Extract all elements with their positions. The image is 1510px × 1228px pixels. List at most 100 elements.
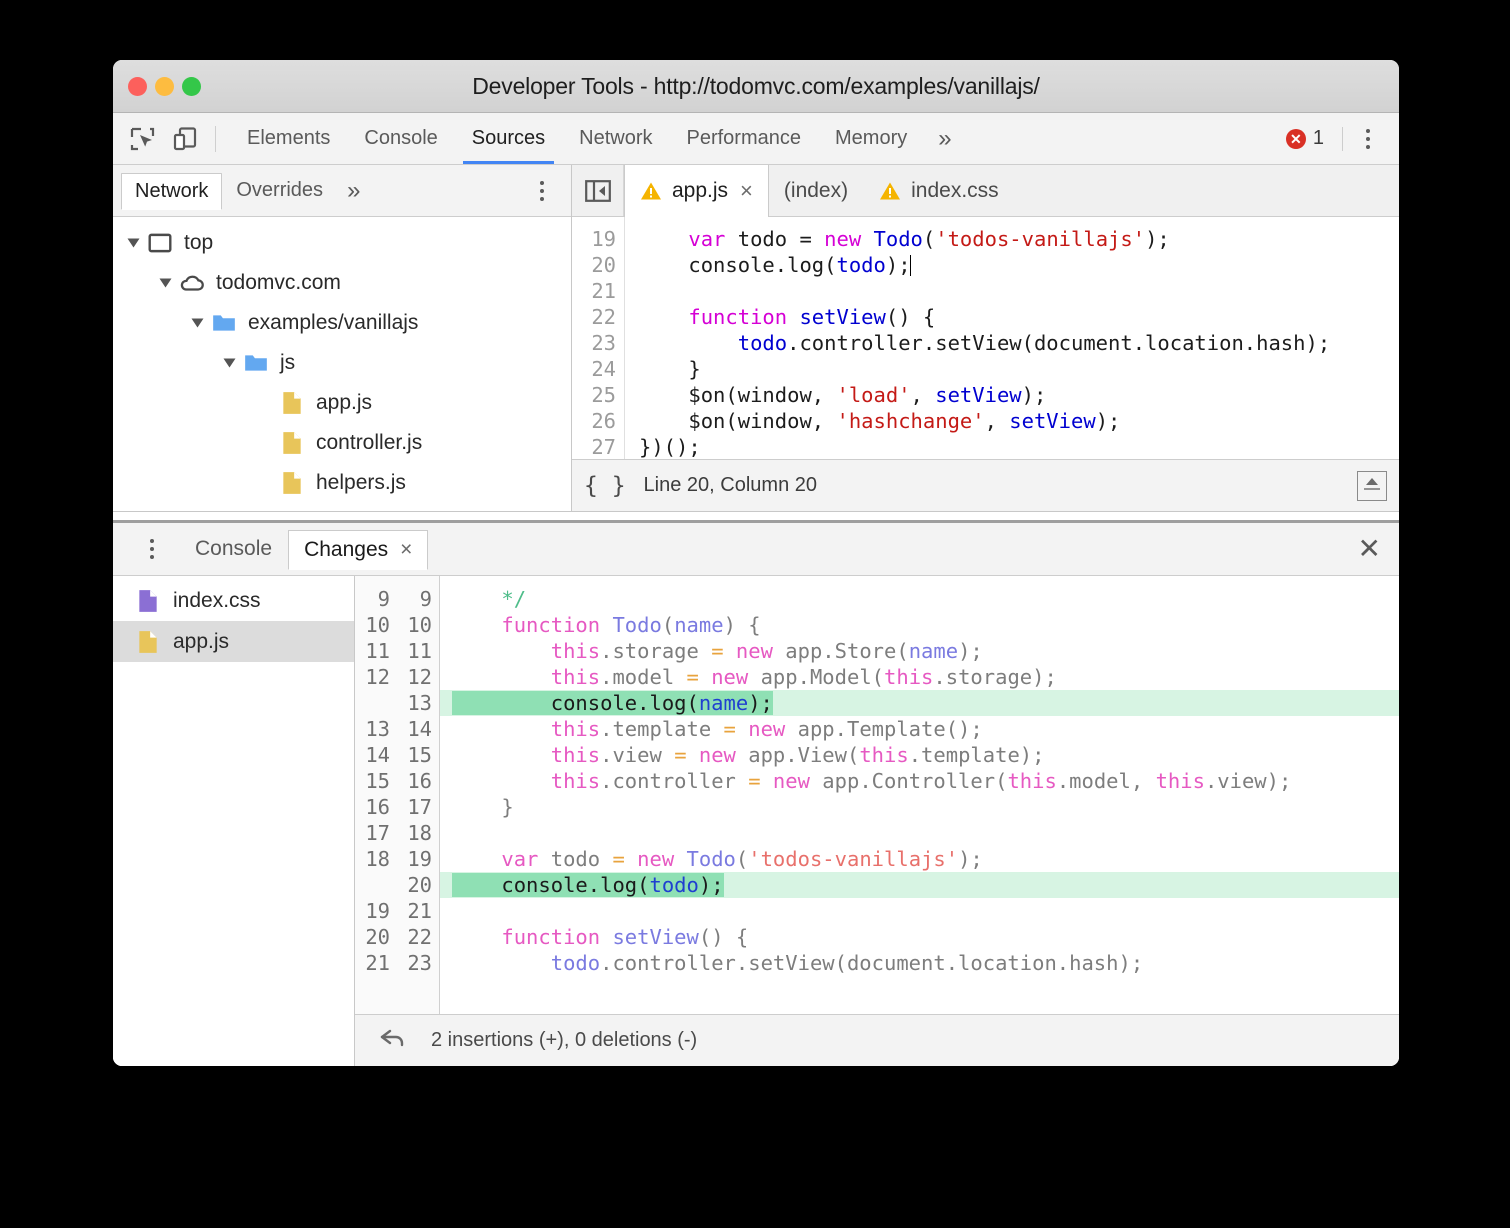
title-bar: Developer Tools - http://todomvc.com/exa…: [113, 60, 1399, 113]
navigator-more-tabs-button[interactable]: »: [337, 173, 370, 209]
line-number: 26: [591, 409, 616, 433]
diff-line-context: function setView() {: [501, 925, 749, 949]
line-number: 27: [591, 435, 616, 459]
device-toolbar-button[interactable]: [167, 121, 203, 157]
changed-file-label: app.js: [173, 629, 230, 653]
folder-icon: [213, 315, 235, 331]
diff-line-numbers: 12 12: [365, 665, 432, 689]
diff-line-numbers: 20: [407, 873, 432, 897]
more-panels-button[interactable]: »: [924, 113, 965, 164]
frame-icon: [148, 233, 172, 253]
window-title: Developer Tools - http://todomvc.com/exa…: [472, 72, 1040, 99]
toolbar-icon-group: [113, 113, 230, 164]
warning-icon: [641, 182, 661, 199]
collapse-sidebar-button[interactable]: [572, 165, 624, 216]
toolbar-divider-right: [1342, 126, 1343, 151]
diff-line-context: this.view = new app.View(this.template);: [550, 743, 1045, 767]
diff-line-numbers: 10 10: [365, 613, 432, 637]
tree-item-controller-js[interactable]: controller.js: [113, 423, 571, 463]
line-number: 20: [591, 253, 616, 277]
diff-line-context: this.storage = new app.Store(name);: [550, 639, 983, 663]
file-tab-bar: app.js × (index) index.css: [572, 165, 1399, 217]
diff-line-numbers: 13 14: [365, 717, 432, 741]
drawer-body: index.css app.js 9 9 10 10 11 11 12 12 13 13 14 14 1…: [113, 576, 1399, 1066]
drawer-menu-button[interactable]: [135, 532, 169, 566]
close-drawer-tab-button[interactable]: ×: [400, 538, 412, 562]
chevron-down-icon[interactable]: [223, 358, 236, 368]
code-line: $on(window, 'hashchange', setView);: [639, 409, 1121, 433]
tab-memory[interactable]: Memory: [818, 113, 924, 164]
chevron-down-icon[interactable]: [127, 238, 140, 248]
chevron-down-icon[interactable]: [191, 318, 204, 328]
diff-view[interactable]: 9 9 10 10 11 11 12 12 13 13 14 14 15 15 16 16 17 17 18 18 19…: [355, 576, 1399, 1014]
inspect-element-button[interactable]: [125, 121, 161, 157]
diff-line-numbers: 17 18: [365, 821, 432, 845]
changed-file-index-css[interactable]: index.css: [113, 580, 354, 621]
diff-line-numbers: 18 19: [365, 847, 432, 871]
diff-line-numbers: 11 11: [365, 639, 432, 663]
revert-changes-button[interactable]: [379, 1027, 409, 1054]
tree-item-label: examples/vanillajs: [248, 311, 419, 334]
navigator-menu-button[interactable]: [525, 174, 559, 208]
file-tab-label: app.js: [672, 178, 729, 202]
tree-item-top[interactable]: top: [113, 223, 571, 263]
tree-item-label: js: [280, 351, 296, 374]
changed-file-app-js[interactable]: app.js: [113, 621, 354, 662]
tab-elements[interactable]: Elements: [230, 113, 347, 164]
tree-item-app-js[interactable]: app.js: [113, 383, 571, 423]
devtools-window: Developer Tools - http://todomvc.com/exa…: [113, 60, 1399, 1066]
tab-performance[interactable]: Performance: [670, 113, 819, 164]
folder-icon: [245, 355, 267, 371]
diff-line-numbers: 21 23: [365, 951, 432, 975]
error-circle-icon: ✕: [1285, 128, 1306, 149]
diff-line-numbers: 13: [407, 691, 432, 715]
line-number: 22: [591, 305, 616, 329]
devtools-menu-button[interactable]: [1351, 122, 1385, 156]
file-tab-index[interactable]: (index): [769, 165, 864, 216]
tree-item-todomvc[interactable]: todomvc.com: [113, 263, 571, 303]
file-tab-label: (index): [783, 178, 849, 202]
warning-icon: [880, 182, 901, 199]
popout-drawer-button[interactable]: [1357, 470, 1387, 501]
tree-item-examples-vanillajs[interactable]: examples/vanillajs: [113, 303, 571, 343]
kebab-menu-icon: [150, 539, 154, 543]
diff-wrapper: 9 9 10 10 11 11 12 12 13 13 14 14 15 15 16 16 17 17 18 18 19…: [355, 576, 1399, 1066]
file-tab-app-js[interactable]: app.js ×: [624, 165, 769, 217]
kebab-menu-icon: [1366, 128, 1370, 133]
tree-item-label: top: [184, 231, 214, 254]
css-file-icon: [139, 589, 157, 612]
drawer-tab-console[interactable]: Console: [179, 529, 288, 569]
navigator-tab-overrides[interactable]: Overrides: [222, 172, 337, 209]
line-number: 21: [591, 279, 616, 303]
line-number: 25: [591, 383, 616, 407]
line-number: 19: [591, 227, 616, 251]
diff-line-inserted: console.log(todo);: [440, 872, 1399, 898]
toolbar-divider: [215, 125, 216, 152]
revert-arrow-icon: [380, 1029, 404, 1047]
tab-console[interactable]: Console: [347, 113, 454, 164]
close-tab-button[interactable]: ×: [740, 178, 753, 204]
diff-line-context: todo.controller.setView(document.locatio…: [550, 951, 1144, 975]
js-file-icon: [283, 472, 301, 494]
navigator-tab-network[interactable]: Network: [121, 172, 223, 210]
drawer-tab-changes[interactable]: Changes ×: [288, 529, 429, 570]
js-file-icon: [283, 392, 301, 414]
code-editor[interactable]: 19202122232425262728 var todo = new Todo…: [572, 217, 1399, 459]
tree-item-js[interactable]: js: [113, 343, 571, 383]
diff-line-inserted: console.log(name);: [440, 690, 1399, 716]
error-count-badge[interactable]: ✕ 1: [1276, 127, 1334, 150]
tab-sources[interactable]: Sources: [455, 113, 562, 164]
code-content[interactable]: var todo = new Todo('todos-vanillajs'); …: [625, 217, 1399, 459]
tree-item-model-js[interactable]: model.js: [113, 503, 571, 511]
tree-item-helpers-js[interactable]: helpers.js: [113, 463, 571, 503]
code-line: console.log(todo);: [639, 253, 912, 277]
file-tab-index-css[interactable]: index.css: [864, 165, 1015, 216]
tree-item-label: controller.js: [316, 431, 423, 454]
inspect-element-icon: [130, 127, 155, 150]
tab-network[interactable]: Network: [562, 113, 669, 164]
code-line: var todo = new Todo('todos-vanillajs');: [688, 227, 1170, 251]
diff-line-context: this.model = new app.Model(this.storage)…: [550, 665, 1057, 689]
pretty-print-braces-icon[interactable]: { }: [584, 473, 626, 499]
close-drawer-button[interactable]: ✕: [1358, 535, 1381, 563]
chevron-down-icon[interactable]: [159, 278, 172, 288]
